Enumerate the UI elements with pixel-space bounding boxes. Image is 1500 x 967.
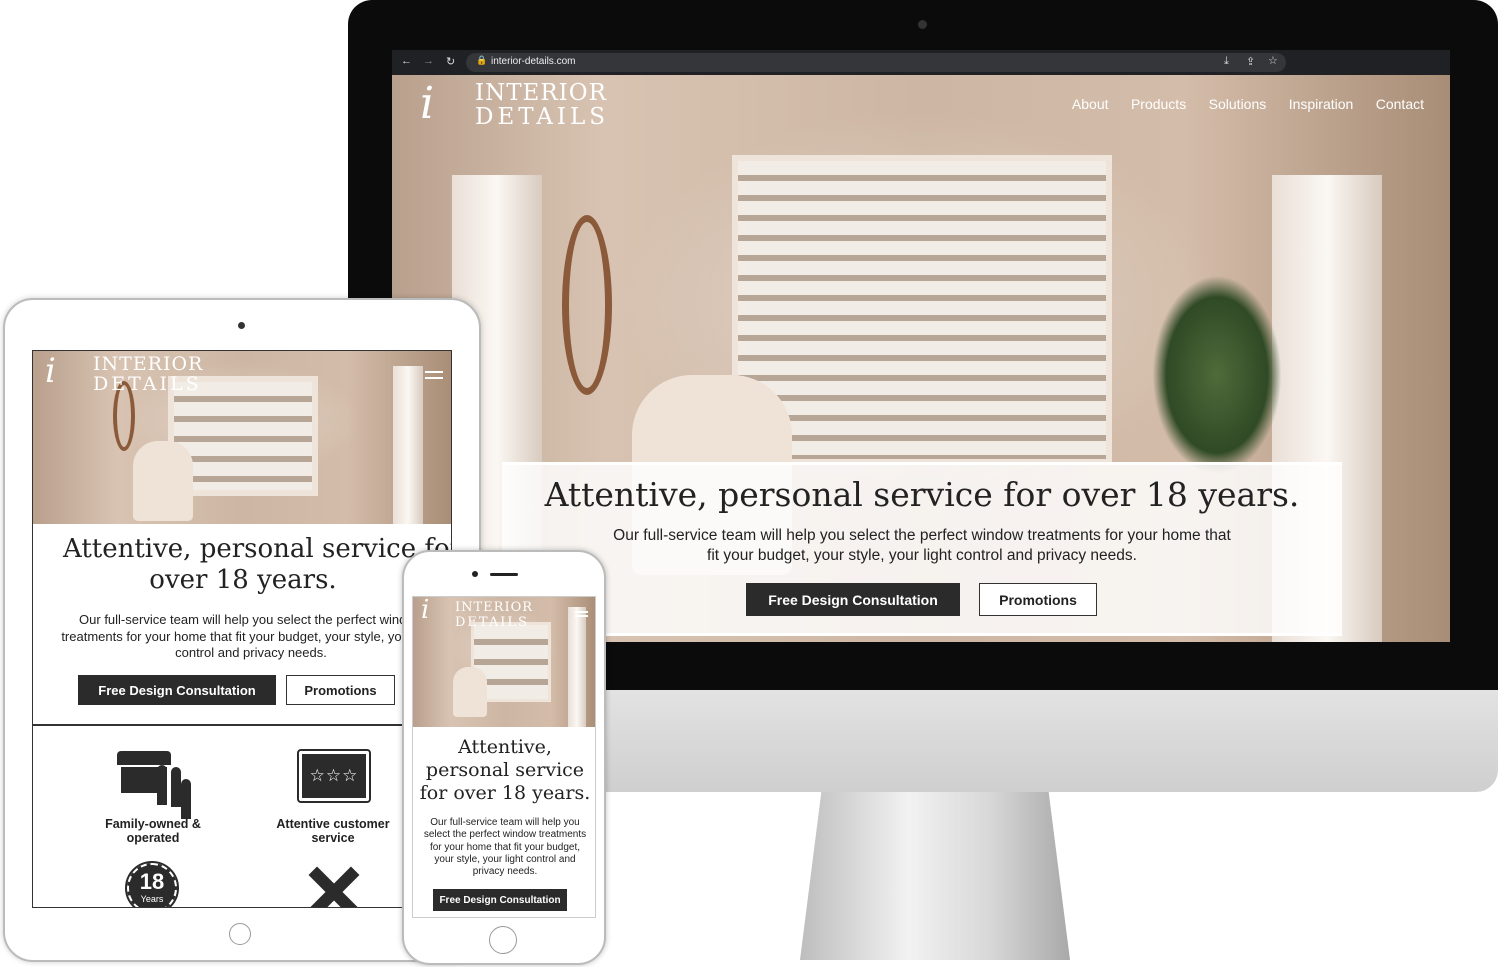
phone-logo-line1: INTERIOR: [455, 600, 534, 615]
tablet-body: Our full-service team will help you sele…: [61, 612, 441, 660]
forward-icon[interactable]: →: [423, 55, 434, 67]
install-icon[interactable]: ⤓: [1224, 55, 1229, 68]
imac-stand: [800, 790, 1070, 960]
phone-menu-icon[interactable]: [575, 611, 588, 617]
back-icon[interactable]: ←: [401, 55, 412, 67]
phone-speaker: [490, 573, 518, 576]
free-consultation-button[interactable]: Free Design Consultation: [746, 583, 960, 616]
phone-screen: i INTERIOR DETAILS Attentive, personal s…: [412, 596, 596, 918]
hero-body: Our full-service team will help you sele…: [613, 527, 1231, 564]
feature-label-family: Family-owned & operated: [105, 817, 201, 845]
main-nav: About Products Solutions Inspiration Con…: [1054, 96, 1424, 114]
phone-logo-mark-icon: i: [421, 596, 430, 625]
badge-number: 18: [139, 869, 165, 894]
tablet-logo-line1: INTERIOR: [93, 353, 204, 375]
bookmark-star-icon[interactable]: ☆: [1268, 54, 1278, 67]
tablet-home-button[interactable]: [229, 923, 251, 945]
nav-inspiration[interactable]: Inspiration: [1289, 96, 1354, 112]
share-icon[interactable]: ⇪: [1246, 55, 1255, 68]
address-bar[interactable]: 🔒 interior-details.com ⤓ ⇪ ☆: [466, 53, 1286, 72]
nav-products[interactable]: Products: [1131, 96, 1186, 112]
tablet-free-consultation-button[interactable]: Free Design Consultation: [78, 675, 276, 705]
logo-line2: DETAILS: [475, 104, 610, 130]
imac-camera: [918, 20, 927, 29]
phone-camera: [472, 571, 478, 577]
nav-solutions[interactable]: Solutions: [1209, 96, 1267, 112]
phone-body: Our full-service team will help you sele…: [423, 817, 587, 878]
feature-label-service: Attentive customer service: [276, 817, 390, 845]
tablet-promotions-button[interactable]: Promotions: [286, 675, 395, 705]
tablet-headline-line2: over 18 years.: [149, 565, 337, 595]
logo-line1: INTERIOR: [475, 80, 607, 106]
phone-headline: Attentive, personal service for over 18 …: [419, 736, 591, 804]
site-logo[interactable]: i INTERIOR DETAILS: [420, 78, 606, 130]
url-text: interior-details.com: [491, 56, 576, 67]
family-store-icon: [115, 751, 191, 805]
logo-mark-icon: i: [420, 78, 435, 129]
hero-headline: Attentive, personal service for over 18 …: [544, 475, 1300, 514]
18-years-badge-icon: 18 Years: [125, 861, 179, 907]
tablet-logo-line2: DETAILS: [93, 373, 202, 395]
reload-icon[interactable]: ↻: [446, 55, 455, 68]
ruler-pencil-icon: [308, 866, 360, 907]
tablet-headline-line1: Attentive, personal service for: [63, 534, 452, 564]
tablet-screen: i INTERIOR DETAILS Attentive, personal s…: [32, 350, 452, 908]
browser-bar: ← → ↻ 🔒 interior-details.com ⤓ ⇪ ☆: [392, 50, 1450, 75]
lock-icon: 🔒: [476, 55, 488, 65]
divider: [33, 724, 451, 726]
promotions-button[interactable]: Promotions: [979, 583, 1097, 616]
tablet-logo-mark-icon: i: [45, 351, 56, 391]
tablet-menu-icon[interactable]: [425, 371, 443, 379]
phone-free-consultation-button[interactable]: Free Design Consultation: [433, 889, 567, 911]
tablet-camera: [238, 322, 245, 329]
hero-panel: Attentive, personal service for over 18 …: [502, 462, 1342, 636]
phone-home-button[interactable]: [489, 926, 517, 954]
badge-text: Years: [140, 894, 164, 904]
nav-contact[interactable]: Contact: [1376, 96, 1424, 112]
nav-about[interactable]: About: [1072, 96, 1109, 112]
star-rating-icon: ☆☆☆: [297, 749, 371, 803]
tablet-headline: Attentive, personal service for over 18 …: [33, 534, 452, 596]
phone-logo-line2: DETAILS: [455, 615, 529, 630]
